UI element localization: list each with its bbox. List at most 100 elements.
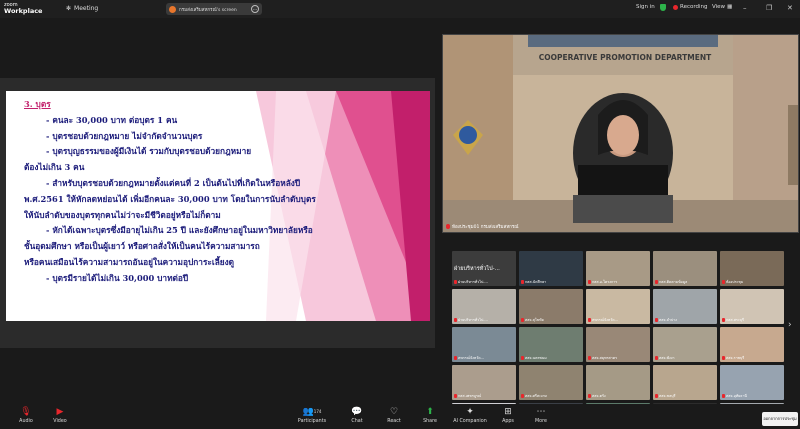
recording-indicator[interactable]: Recording: [673, 4, 708, 10]
mic-muted-icon: [722, 394, 725, 398]
more-button[interactable]: ⋯ More: [530, 407, 552, 424]
participant-tile[interactable]: สสจ.ชลบุรี: [653, 365, 717, 400]
gear-icon: ✻: [66, 5, 72, 12]
participant-name: ฝ่ายบริหารทั่วไป-...: [458, 280, 488, 284]
mic-muted-icon: [655, 318, 658, 322]
participant-gallery: ฝ่ายบริหารทั่วไป-... ฝ่ายบริหารทั่วไป-...…: [452, 251, 788, 429]
chat-label: Chat: [351, 419, 363, 424]
slide-title: 3. บุตร: [24, 99, 51, 109]
participants-icon: 👥174: [302, 407, 322, 417]
participants-label: Participants: [297, 419, 327, 424]
signin-link[interactable]: Sign in: [636, 4, 655, 10]
close-icon[interactable]: ✕: [787, 4, 793, 12]
participant-name-label: สสจ.ศรีสะเกษ: [521, 393, 547, 399]
participant-name: สสจ.นครพนม: [525, 356, 547, 360]
participant-tile[interactable]: กสส.นักศึกษา: [519, 251, 583, 286]
more-options-icon[interactable]: …: [251, 5, 259, 13]
participant-tile[interactable]: สสจ.สุโขทัย: [519, 289, 583, 324]
slide-line: - คนละ 30,000 บาท ต่อบุตร 1 คน: [46, 114, 178, 125]
slide-line: - บุตรบุญธรรมของผู้มีเงินได้ รวมกับบุตรช…: [46, 146, 252, 157]
mic-muted-icon: [655, 356, 658, 360]
participant-name-label: สหกรณ์จังหวัด...: [454, 355, 484, 361]
presentation-slide: 3. บุตร - คนละ 30,000 บาท ต่อบุตร 1 คน -…: [6, 91, 430, 321]
slide-line: - บุตรชอบด้วยกฎหมาย ไม่จำกัดจำนวนบุตร: [46, 130, 203, 141]
view-grid-icon: ▦: [727, 4, 733, 10]
recording-label: Recording: [680, 4, 708, 10]
participant-name: สสจ.ชลบุรี: [659, 394, 676, 398]
chevron-right-icon[interactable]: ›: [788, 320, 792, 330]
participant-name-label: กสส.สระบุรี: [722, 317, 744, 323]
shield-icon: [660, 4, 666, 11]
mic-muted-icon: [588, 394, 591, 398]
participant-tile[interactable]: กสส.เพชรบูรณ์: [452, 365, 516, 400]
screen-share-indicator[interactable]: กรมส่งเสริมสหกรณ์'s screen …: [166, 3, 262, 15]
participant-name-label: ห้องประชุม: [722, 279, 743, 285]
participant-name: สสจ.ตรัง: [592, 394, 606, 398]
participant-tile[interactable]: ฝ่ายบริหารทั่วไป-...: [452, 289, 516, 324]
participant-name-label: กสส.นักศึกษา: [521, 279, 546, 285]
meeting-tab[interactable]: ✻ Meeting: [66, 5, 98, 12]
audio-button[interactable]: 🎙 Audio: [12, 407, 40, 424]
participant-name: กสส.อ.โครงการ: [592, 280, 618, 284]
participant-name: กสส.เพชรบูรณ์: [458, 394, 482, 398]
slide-line: ชั้นอุดมศึกษา หรือเป็นผู้เยาว์ หรือศาลสั…: [24, 241, 260, 252]
slide-line: ให้นับลำดับของบุตรทุกคนไม่ว่าจะมีชีวิตอย…: [24, 209, 221, 220]
participant-name-label: สสจ.ลำปาง: [655, 317, 677, 323]
share-screen-icon: ⬆: [426, 407, 434, 417]
participant-tile[interactable]: สสจ.ตรัง: [586, 365, 650, 400]
participant-name: สหกรณ์จังหวัด...: [592, 318, 619, 322]
view-button[interactable]: View ▦: [712, 4, 732, 10]
encryption-icon[interactable]: [660, 4, 666, 11]
leave-button[interactable]: ออกจากการประชุม: [762, 412, 798, 426]
mic-muted-icon: [521, 356, 524, 360]
meeting-toolbar: 🎙 Audio ▶ Video 👥174 Participants 💬 Chat…: [0, 404, 800, 429]
participants-button[interactable]: 👥174 Participants: [296, 407, 328, 424]
participant-tile[interactable]: สสจ.ลำปาง: [653, 289, 717, 324]
title-bar: zoom Workplace ✻ Meeting กรมส่งเสริมสหกร…: [0, 0, 800, 18]
mic-muted-icon: [521, 280, 524, 284]
participant-name: สสจ.ลำปาง: [659, 318, 677, 322]
slide-text: 3. บุตร - คนละ 30,000 บาท ต่อบุตร 1 คน -…: [6, 91, 430, 287]
apps-icon: ⊞: [504, 407, 512, 417]
participant-tile[interactable]: สหกรณ์จังหวัด...: [586, 289, 650, 324]
chat-button[interactable]: 💬 Chat: [345, 407, 369, 424]
mic-muted-icon: [454, 280, 457, 284]
react-button[interactable]: ♡ React: [381, 407, 407, 424]
mic-muted-icon: [722, 318, 725, 322]
participant-tile[interactable]: สสจ.สมุทรสาคร: [586, 327, 650, 362]
participant-tile[interactable]: ฝ่ายบริหารทั่วไป-... ฝ่ายบริหารทั่วไป-...: [452, 251, 516, 286]
active-speaker-video[interactable]: COOPERATIVE PROMOTION DEPARTMENT ห้องประ…: [442, 34, 799, 233]
slide-line: ต้องไม่เกิน 3 คน: [24, 162, 85, 173]
participant-tile[interactable]: สหกรณ์จังหวัด...: [452, 327, 516, 362]
participant-tile[interactable]: สสจ.ศรีสะเกษ: [519, 365, 583, 400]
presenter-avatar-icon: [169, 5, 176, 13]
mic-muted-icon: [521, 394, 524, 398]
participant-tile[interactable]: กสส.สระบุรี: [720, 289, 784, 324]
participant-tile[interactable]: สสจ.นครพนม: [519, 327, 583, 362]
participant-tile[interactable]: สสจ.อุทัยธานี: [720, 365, 784, 400]
participant-name-label: สสจ.ราชบุรี: [722, 355, 744, 361]
share-button[interactable]: ⬆ Share: [417, 407, 443, 424]
ai-companion-button[interactable]: ✦ AI Companion: [451, 407, 489, 424]
participant-name-label: สสจ.ตรัง: [588, 393, 606, 399]
participant-tile[interactable]: กสส.อ.โครงการ: [586, 251, 650, 286]
share-label: กรมส่งเสริมสหกรณ์'s screen: [179, 7, 237, 13]
zoom-window: zoom Workplace ✻ Meeting กรมส่งเสริมสหกร…: [0, 0, 800, 429]
participant-name: ห้องประชุม: [726, 280, 744, 284]
participant-tile[interactable]: ห้องประชุม: [720, 251, 784, 286]
participants-count: 174: [313, 409, 322, 414]
participant-tile[interactable]: สสจ.ราชบุรี: [720, 327, 784, 362]
video-label: Video: [53, 419, 67, 424]
slide-line: - สำหรับบุตรชอบด้วยกฎหมายตั้งแต่คนที่ 2 …: [46, 177, 301, 188]
participant-tile[interactable]: สสจ.พังงา: [653, 327, 717, 362]
apps-button[interactable]: ⊞ Apps: [497, 407, 519, 424]
slide-line: - หักได้เฉพาะบุตรซึ่งมีอายุไม่เกิน 25 ปี…: [46, 225, 313, 236]
logo-workplace-text: Workplace: [4, 7, 43, 15]
mic-muted-icon: [454, 356, 457, 360]
video-button[interactable]: ▶ Video: [46, 407, 74, 424]
minimize-icon[interactable]: –: [743, 4, 747, 12]
share-label: Share: [423, 419, 437, 424]
react-label: React: [387, 419, 401, 424]
maximize-icon[interactable]: ❐: [766, 4, 772, 12]
participant-tile[interactable]: กสส.ติดตามข้อมูล: [653, 251, 717, 286]
